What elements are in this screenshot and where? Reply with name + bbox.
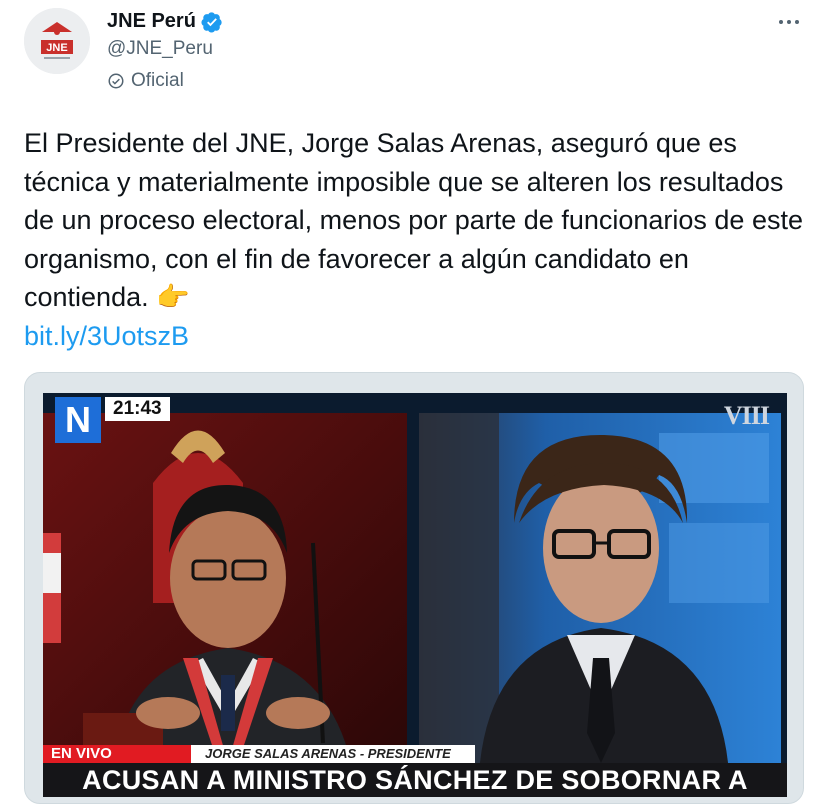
right-speaker-image: [419, 413, 781, 773]
avatar-text: JNE: [46, 42, 67, 54]
news-headline: ACUSAN A MINISTRO SÁNCHEZ DE SOBORNAR A …: [43, 763, 787, 803]
tweet-media[interactable]: N 21:43 VIII EN VIVO JORGE SALAS ARENAS …: [24, 372, 804, 804]
right-video-panel: [419, 413, 781, 773]
left-speaker-image: [43, 413, 407, 773]
watermark: VIII: [723, 401, 770, 430]
lower-thirds: EN VIVO JORGE SALAS ARENAS - PRESIDENTE …: [43, 745, 787, 803]
channel-logo: N: [55, 397, 101, 443]
tweet-link[interactable]: bit.ly/3UotszB: [24, 321, 189, 351]
account-name[interactable]: JNE Perú: [107, 10, 196, 33]
account-name-row[interactable]: JNE Perú: [107, 10, 223, 33]
tweet-text: El Presidente del JNE, Jorge Salas Arena…: [24, 124, 809, 355]
pointing-hand-icon: 👉: [156, 282, 190, 312]
broadcast-clock: 21:43: [105, 397, 170, 421]
account-handle[interactable]: @JNE_Peru: [107, 38, 213, 60]
verified-badge-icon: [201, 11, 222, 33]
left-video-panel: [43, 413, 407, 773]
jne-logo: JNE: [24, 8, 90, 74]
live-label: EN VIVO: [43, 745, 199, 763]
tv-frame: N 21:43 VIII EN VIVO JORGE SALAS ARENAS …: [43, 393, 787, 803]
official-label-row: Oficial: [107, 70, 184, 92]
more-options-icon[interactable]: [772, 10, 806, 34]
account-avatar[interactable]: JNE: [24, 8, 90, 74]
official-badge-icon: [108, 73, 124, 89]
tweet-body: El Presidente del JNE, Jorge Salas Arena…: [24, 128, 803, 312]
official-label: Oficial: [131, 70, 184, 91]
speaker-caption: JORGE SALAS ARENAS - PRESIDENTE DEL JNE: [191, 745, 475, 779]
